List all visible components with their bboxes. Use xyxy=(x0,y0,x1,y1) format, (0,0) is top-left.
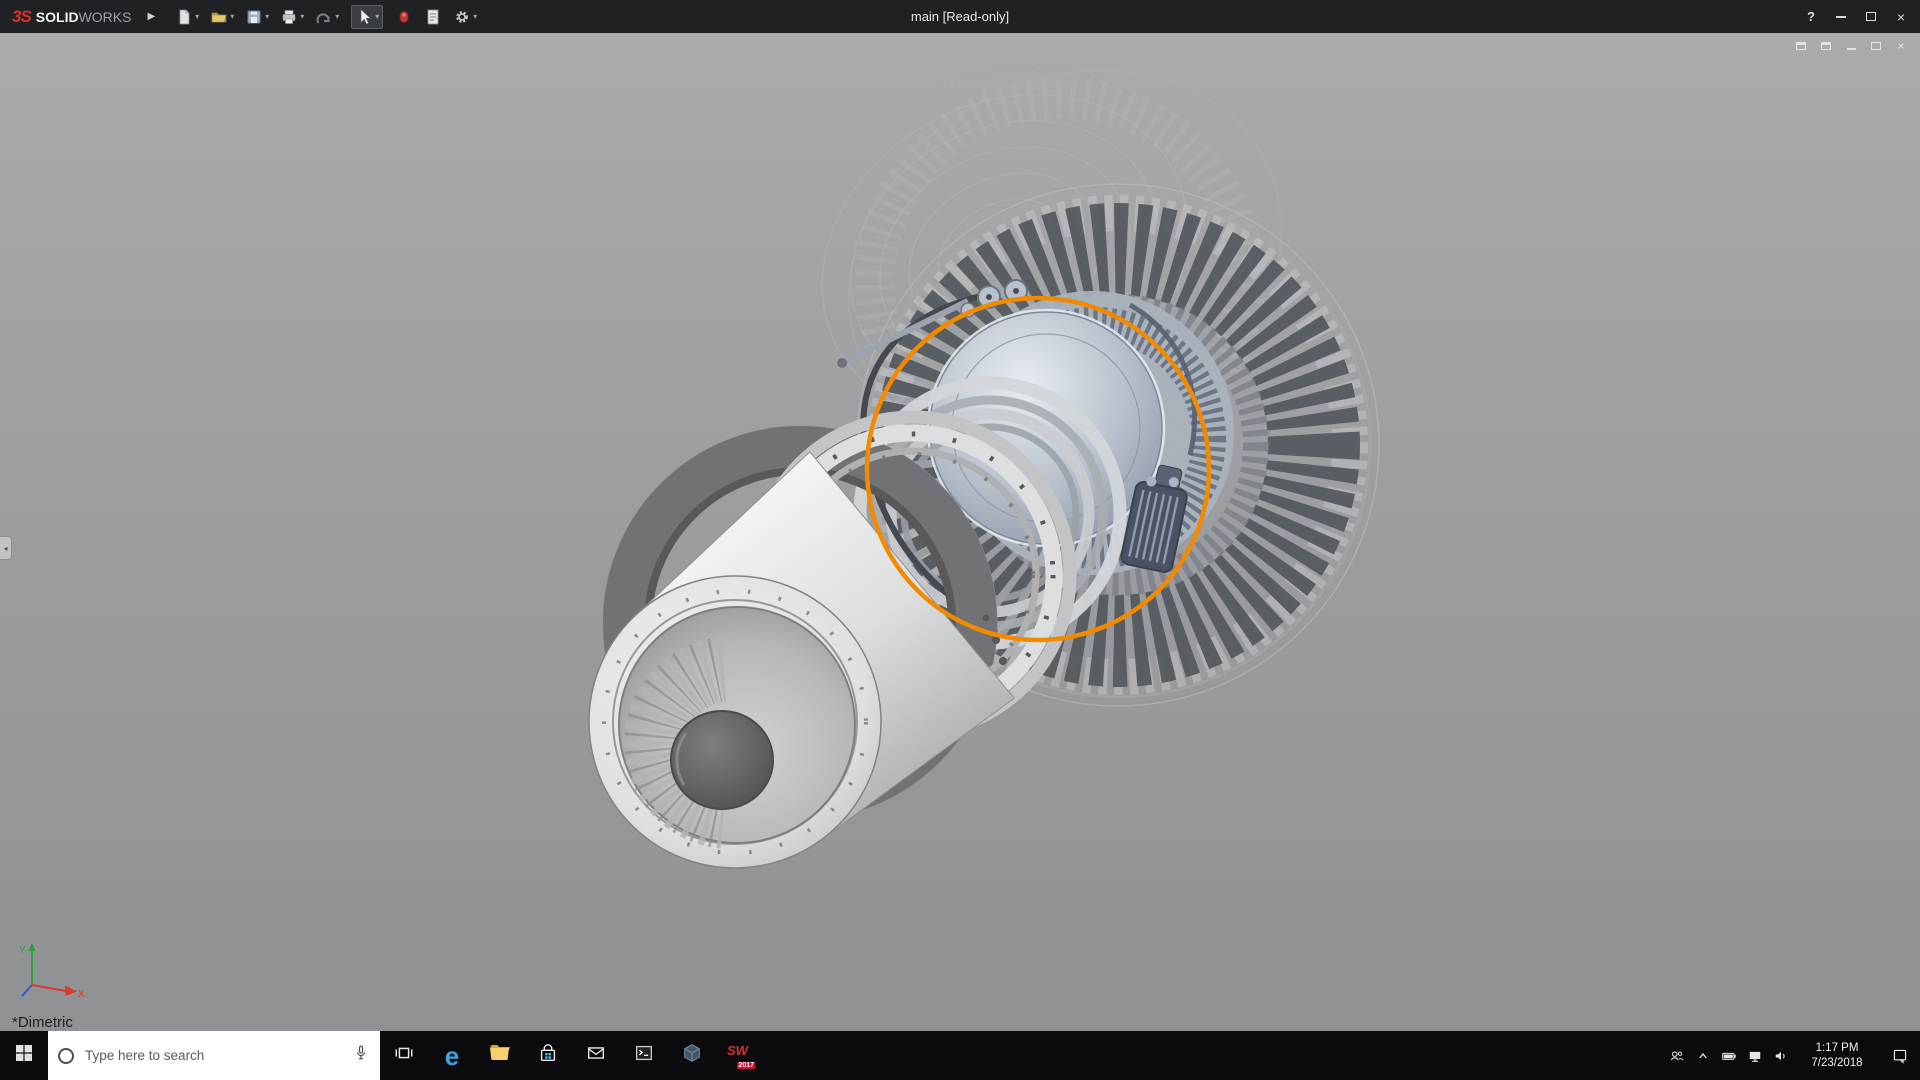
front-face[interactable] xyxy=(589,576,881,868)
new-document-button[interactable]: ▾ xyxy=(171,5,203,29)
rebuild-icon xyxy=(395,8,413,26)
select-tool-button[interactable]: ▾ xyxy=(351,5,383,29)
dropdown-caret-icon[interactable]: ▾ xyxy=(195,13,199,21)
windows-logo-icon xyxy=(15,1044,33,1067)
doc-restore-icon xyxy=(1871,42,1881,50)
save-floppy-icon xyxy=(245,8,263,26)
graphics-area[interactable]: × xyxy=(0,33,1920,1031)
battery-icon[interactable] xyxy=(1716,1031,1742,1080)
action-center-icon xyxy=(1891,1047,1909,1065)
doc-minimize-button[interactable] xyxy=(1842,38,1860,53)
store-bag-icon xyxy=(537,1042,559,1069)
edge-button[interactable]: e xyxy=(428,1031,476,1080)
new-window-icon xyxy=(1796,42,1806,50)
minimize-icon xyxy=(1836,16,1846,18)
microphone-icon[interactable] xyxy=(352,1043,370,1068)
volume-icon[interactable] xyxy=(1768,1031,1794,1080)
command-prompt-button[interactable] xyxy=(620,1031,668,1080)
sw-year-badge: 2017 xyxy=(737,1062,755,1069)
store-button[interactable] xyxy=(524,1031,572,1080)
edge-icon: e xyxy=(445,1043,459,1069)
search-input[interactable] xyxy=(83,1047,343,1064)
cascade-icon xyxy=(1821,42,1831,50)
action-center-button[interactable] xyxy=(1880,1031,1920,1080)
taskbar-search[interactable] xyxy=(48,1031,380,1080)
doc-new-window-button[interactable] xyxy=(1792,38,1810,53)
rebuild-button[interactable] xyxy=(391,5,417,29)
view-orientation-label: *Dimetric xyxy=(12,1014,73,1031)
dropdown-caret-icon[interactable]: ▾ xyxy=(473,13,477,21)
task-view-icon xyxy=(393,1042,415,1069)
engine-assembly-model[interactable] xyxy=(0,33,1920,1031)
window-controls: ? × xyxy=(1796,0,1916,33)
dropdown-caret-icon[interactable]: ▾ xyxy=(375,13,379,21)
menu-flyout-arrow-icon[interactable]: ▶ xyxy=(139,11,171,22)
gear-icon xyxy=(453,8,471,26)
cad-cube-icon xyxy=(681,1042,703,1069)
command-prompt-icon xyxy=(633,1042,655,1069)
maximize-button[interactable] xyxy=(1856,0,1886,33)
people-button[interactable] xyxy=(1664,1031,1690,1080)
cortana-icon xyxy=(58,1048,74,1064)
close-button[interactable]: × xyxy=(1886,0,1916,33)
task-view-button[interactable] xyxy=(380,1031,428,1080)
file-explorer-icon xyxy=(488,1041,512,1070)
logo-works: WORKS xyxy=(79,9,132,25)
logo-solid: SOLID xyxy=(36,9,79,25)
file-properties-button[interactable] xyxy=(420,5,446,29)
solidworks-2017-icon: SW 2017 xyxy=(727,1043,753,1069)
sw-letters: SW xyxy=(727,1043,748,1058)
file-properties-icon xyxy=(424,8,442,26)
open-folder-icon xyxy=(210,8,228,26)
intake-hub xyxy=(671,711,773,809)
doc-minimize-icon xyxy=(1847,48,1856,50)
clock-time: 1:17 PM xyxy=(1794,1041,1880,1056)
options-button[interactable]: ▾ xyxy=(449,5,481,29)
select-cursor-icon xyxy=(355,8,373,26)
print-button[interactable]: ▾ xyxy=(276,5,308,29)
doc-restore-button[interactable] xyxy=(1867,38,1885,53)
taskbar: e SW 2017 xyxy=(0,1031,1920,1080)
dropdown-caret-icon[interactable]: ▾ xyxy=(265,13,269,21)
3ds-logo: 3S xyxy=(12,7,31,27)
open-button[interactable]: ▾ xyxy=(206,5,238,29)
quick-access-toolbar: ▾ ▾ ▾ ▾ ▾ xyxy=(171,5,481,29)
doc-cascade-button[interactable] xyxy=(1817,38,1835,53)
printer-icon xyxy=(280,8,298,26)
document-window-controls: × xyxy=(1792,38,1910,53)
dropdown-caret-icon[interactable]: ▾ xyxy=(300,13,304,21)
mail-envelope-icon xyxy=(585,1042,607,1069)
new-document-icon xyxy=(175,8,193,26)
mail-button[interactable] xyxy=(572,1031,620,1080)
minimize-button[interactable] xyxy=(1826,0,1856,33)
solidworks-logo: 3S SOLID WORKS xyxy=(0,7,139,27)
start-button[interactable] xyxy=(0,1031,48,1080)
undo-arrow-icon xyxy=(315,8,333,26)
clock-date: 7/23/2018 xyxy=(1794,1056,1880,1071)
titlebar: 3S SOLID WORKS ▶ ▾ ▾ ▾ ▾ xyxy=(0,0,1920,33)
undo-button[interactable]: ▾ xyxy=(311,5,343,29)
doc-close-button[interactable]: × xyxy=(1892,38,1910,53)
system-tray: 1:17 PM 7/23/2018 xyxy=(1664,1031,1920,1080)
axis-y-label: Y xyxy=(19,945,26,956)
cad-app-button[interactable] xyxy=(668,1031,716,1080)
solidworks-app-button[interactable]: SW 2017 xyxy=(716,1031,764,1080)
taskbar-clock[interactable]: 1:17 PM 7/23/2018 xyxy=(1794,1041,1880,1071)
network-icon[interactable] xyxy=(1742,1031,1768,1080)
axis-x-label: X xyxy=(78,989,85,1000)
save-button[interactable]: ▾ xyxy=(241,5,273,29)
maximize-icon xyxy=(1866,12,1876,21)
document-title: main [Read-only] xyxy=(911,0,1009,33)
panel-collapse-tab[interactable]: ◂ xyxy=(0,536,12,560)
dropdown-caret-icon[interactable]: ▾ xyxy=(335,13,339,21)
help-button[interactable]: ? xyxy=(1796,0,1826,33)
orientation-triad: Y X xyxy=(16,939,88,1003)
file-explorer-button[interactable] xyxy=(476,1031,524,1080)
dropdown-caret-icon[interactable]: ▾ xyxy=(230,13,234,21)
hidden-icons-button[interactable] xyxy=(1690,1031,1716,1080)
